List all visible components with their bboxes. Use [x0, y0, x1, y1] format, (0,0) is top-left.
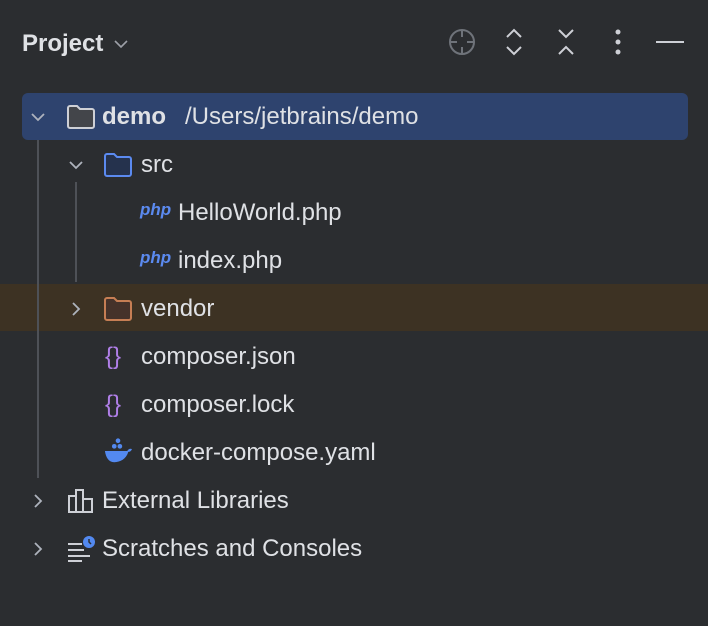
tree-item-index[interactable]: php index.php: [0, 237, 708, 285]
docker-icon: [104, 438, 132, 463]
minimize-icon[interactable]: [654, 26, 686, 58]
tree-item-composer-json[interactable]: {} composer.json: [0, 333, 708, 381]
tree-item-docker-compose[interactable]: docker-compose.yaml: [0, 429, 708, 477]
tree-item-vendor[interactable]: vendor: [0, 285, 708, 333]
library-icon: [68, 489, 93, 513]
item-label: External Libraries: [102, 487, 289, 514]
php-file-icon: php: [140, 248, 172, 267]
item-label: index.php: [178, 247, 283, 274]
chevron-right-icon[interactable]: [26, 489, 50, 513]
json-file-icon: {}: [105, 391, 122, 418]
project-path: /Users/jetbrains/demo: [185, 103, 419, 130]
item-label: composer.lock: [141, 391, 295, 418]
tree-item-scratches[interactable]: Scratches and Consoles: [0, 525, 708, 573]
item-label: HelloWorld.php: [178, 199, 342, 226]
scratches-icon: [68, 536, 95, 562]
expand-all-icon[interactable]: [498, 26, 530, 58]
tree-item-demo[interactable]: demo /Users/jetbrains/demo: [0, 93, 708, 141]
chevron-down-icon[interactable]: [111, 34, 131, 54]
folder-icon: [67, 105, 95, 129]
tree-item-helloworld[interactable]: php HelloWorld.php: [0, 189, 708, 237]
item-label: Scratches and Consoles: [102, 535, 363, 562]
chevron-down-icon[interactable]: [26, 105, 50, 129]
project-name: demo: [102, 103, 167, 130]
locate-icon[interactable]: [446, 26, 478, 58]
panel-title[interactable]: Project: [22, 30, 103, 58]
more-icon[interactable]: [602, 26, 634, 58]
collapse-all-icon[interactable]: [550, 26, 582, 58]
item-label: docker-compose.yaml: [141, 439, 376, 466]
folder-icon: [104, 297, 132, 321]
chevron-right-icon[interactable]: [26, 537, 50, 561]
chevron-down-icon[interactable]: [64, 153, 88, 177]
item-label: src: [141, 151, 173, 178]
folder-icon: [104, 153, 132, 177]
chevron-right-icon[interactable]: [64, 297, 88, 321]
item-label: vendor: [141, 295, 215, 322]
tree-item-composer-lock[interactable]: {} composer.lock: [0, 381, 708, 429]
panel-header: Project: [22, 24, 131, 64]
tree-item-external-libraries[interactable]: External Libraries: [0, 477, 708, 525]
tree-item-src[interactable]: src: [0, 141, 708, 189]
item-label: composer.json: [141, 343, 296, 370]
json-file-icon: {}: [105, 343, 122, 370]
php-file-icon: php: [140, 200, 172, 219]
